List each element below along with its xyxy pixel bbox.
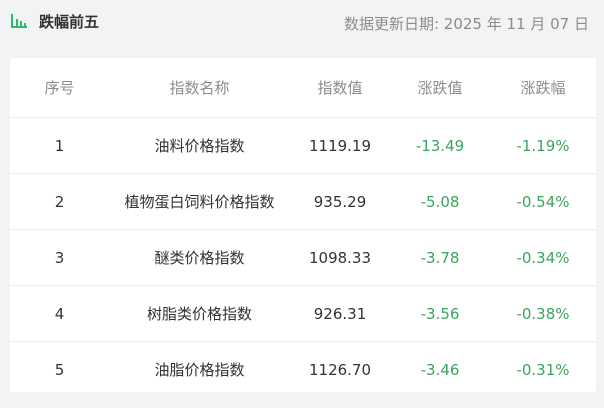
- change-value-cell: -3.78: [390, 229, 490, 286]
- rank-cell: 4: [10, 285, 109, 342]
- rank-cell: 5: [10, 341, 109, 397]
- change-pct-cell: -0.54%: [490, 173, 596, 230]
- table-row: 1 油料价格指数 1119.19 -13.49 -1.19%: [10, 117, 596, 174]
- change-pct-cell: -0.38%: [490, 285, 596, 342]
- change-pct-cell: -1.19%: [490, 117, 596, 174]
- change-pct-cell: -0.31%: [490, 341, 596, 397]
- table-header-row: 序号 指数名称 指数值 涨跌值 涨跌幅: [10, 58, 596, 118]
- column-header-name: 指数名称: [169, 79, 230, 97]
- index-value-cell: 926.31: [290, 285, 390, 342]
- index-value-cell: 935.29: [290, 173, 390, 230]
- table-row: 4 树脂类价格指数 926.31 -3.56 -0.38%: [10, 285, 596, 342]
- change-value-cell: -3.46: [390, 341, 490, 397]
- update-date: 数据更新日期: 2025 年 11 月 07 日: [343, 15, 589, 33]
- panel-header: 跌幅前五 数据更新日期: 2025 年 11 月 07 日: [0, 0, 604, 46]
- index-value-cell: 1119.19: [290, 117, 390, 174]
- column-header-value: 指数值: [317, 79, 363, 97]
- table-row: 5 油脂价格指数 1126.70 -3.46 -0.31%: [10, 341, 596, 397]
- change-value-cell: -5.08: [390, 173, 490, 230]
- rank-cell: 1: [10, 117, 109, 174]
- table-row: 3 醚类价格指数 1098.33 -3.78 -0.34%: [10, 229, 596, 286]
- table-row: 2 植物蛋白饲料价格指数 935.29 -5.08 -0.54%: [10, 173, 596, 230]
- change-value-cell: -3.56: [390, 285, 490, 342]
- column-header-rank: 序号: [44, 79, 75, 97]
- ranking-card: 序号 指数名称 指数值 涨跌值 涨跌幅 1 油料价格指数 1119.19 -13…: [10, 58, 596, 397]
- index-name-cell: 油料价格指数: [109, 117, 290, 174]
- ranking-table: 序号 指数名称 指数值 涨跌值 涨跌幅 1 油料价格指数 1119.19 -13…: [10, 58, 596, 397]
- change-value-cell: -13.49: [390, 117, 490, 174]
- index-name-cell: 醚类价格指数: [109, 229, 290, 286]
- index-name-cell: 树脂类价格指数: [109, 285, 290, 342]
- index-value-cell: 1098.33: [290, 229, 390, 286]
- index-name-cell: 植物蛋白饲料价格指数: [109, 173, 290, 230]
- bar-chart-icon: [11, 14, 27, 28]
- column-header-change: 涨跌值: [417, 79, 463, 97]
- change-pct-cell: -0.34%: [490, 229, 596, 286]
- column-header-pct: 涨跌幅: [520, 79, 566, 97]
- index-name-cell: 油脂价格指数: [109, 341, 290, 397]
- panel-title: 跌幅前五: [39, 13, 100, 31]
- rank-cell: 3: [10, 229, 109, 286]
- index-value-cell: 1126.70: [290, 341, 390, 397]
- rank-cell: 2: [10, 173, 109, 230]
